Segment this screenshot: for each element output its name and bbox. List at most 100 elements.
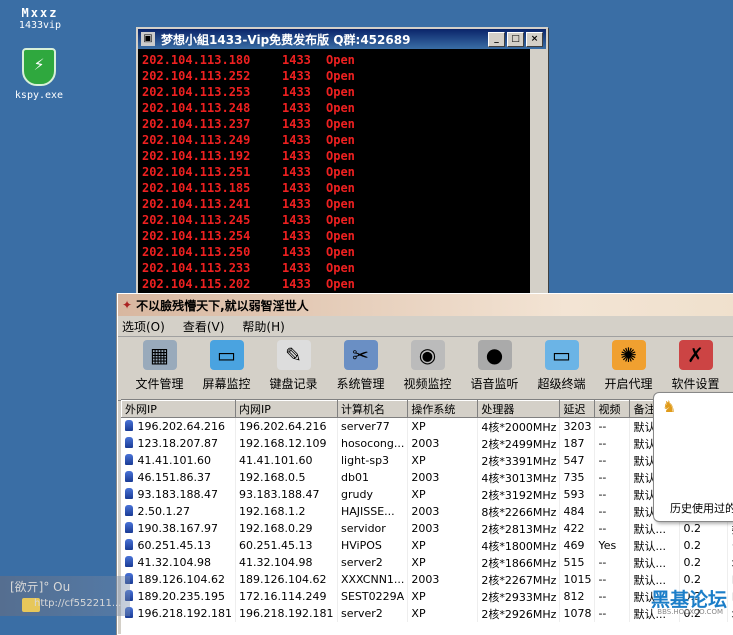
table-cell: 2核*1866MHz	[478, 554, 560, 571]
table-row[interactable]: 2.50.1.27192.168.1.2HAJISSE...20038核*226…	[122, 503, 733, 520]
menu-options[interactable]: 选项(O)	[122, 318, 165, 335]
table-cell: --	[595, 418, 630, 436]
table-cell: 委	[728, 520, 733, 537]
toolbar-button-camera[interactable]: ◉视频监控	[394, 340, 461, 400]
toolbar-button-keylog[interactable]: ✎键盘记录	[260, 340, 327, 400]
table-cell: HViPOS	[337, 537, 407, 554]
toolbar-button-microphone[interactable]: ●语音监听	[461, 340, 528, 400]
desktop-icon-mxxz-label: Mxxz	[10, 6, 70, 20]
toolbar-button-settings[interactable]: ✗软件设置	[662, 340, 729, 400]
desktop-icon-kspy-label: kspy.exe	[6, 90, 72, 101]
console-port: 1433	[282, 84, 326, 100]
console-line: 202.104.113.2411433Open	[142, 196, 542, 212]
col-os[interactable]: 操作系统	[408, 401, 478, 418]
table-cell: 93.183.188.47	[235, 486, 337, 503]
console-status: Open	[326, 68, 355, 84]
desktop-icon-mxxz[interactable]: Mxxz 1433vip	[10, 6, 70, 31]
console-status: Open	[326, 116, 355, 132]
table-cell: grudy	[337, 486, 407, 503]
toolbar-label: 超级终端	[528, 375, 595, 392]
toolbar-label: 软件设置	[662, 375, 729, 392]
col-lan-ip[interactable]: 内网IP	[235, 401, 337, 418]
menu-help[interactable]: 帮助(H)	[242, 318, 284, 335]
table-row[interactable]: 93.183.188.4793.183.188.47grudyXP2核*3192…	[122, 486, 733, 503]
console-app-icon: ▣	[141, 32, 155, 46]
table-cell: 默认...	[630, 520, 680, 537]
history-popup[interactable]: ♞ 历史使用过的	[653, 392, 733, 522]
taskbar-ghost-title: [欲亓]° Ou	[10, 578, 70, 595]
table-cell: 0.2	[680, 537, 728, 554]
terminal-icon: ▭	[545, 340, 579, 370]
table-cell: XP	[408, 418, 478, 436]
toolbar-button-system-manage[interactable]: ✂系统管理	[327, 340, 394, 400]
console-port: 1433	[282, 196, 326, 212]
table-row[interactable]: 60.251.45.1360.251.45.13HViPOSXP4核*1800M…	[122, 537, 733, 554]
desktop-icon-kspy[interactable]: ⚡ kspy.exe	[6, 48, 72, 101]
table-cell: hosocong...	[337, 435, 407, 452]
table-cell: 台	[728, 537, 733, 554]
table-cell: server77	[337, 418, 407, 436]
table-row[interactable]: 46.151.86.37192.168.0.5db0120034核*3013MH…	[122, 469, 733, 486]
console-ip: 202.104.113.180	[142, 52, 282, 68]
table-cell: 547	[560, 452, 595, 469]
col-latency[interactable]: 延迟	[560, 401, 595, 418]
table-cell: 2核*3192MHz	[478, 486, 560, 503]
col-wan-ip[interactable]: 外网IP	[122, 401, 236, 418]
table-cell: 515	[560, 554, 595, 571]
table-cell: 196.202.64.216	[235, 418, 337, 436]
toolbar-button-proxy[interactable]: ✺开启代理	[595, 340, 662, 400]
console-titlebar[interactable]: ▣ 梦想小組1433-Vip免费发布版 Q群:452689 _ □ ×	[138, 29, 546, 49]
table-cell: 2003	[408, 435, 478, 452]
console-line: 202.104.113.2521433Open	[142, 68, 542, 84]
table-cell: 41.32.104.98	[235, 554, 337, 571]
table-cell: 0.2	[680, 554, 728, 571]
table-row[interactable]: 196.202.64.216196.202.64.216server77XP4核…	[122, 418, 733, 436]
console-port: 1433	[282, 180, 326, 196]
table-cell: XP	[408, 537, 478, 554]
table-cell: 2003	[408, 520, 478, 537]
console-port: 1433	[282, 68, 326, 84]
table-cell: 41.41.101.60	[235, 452, 337, 469]
col-cpu[interactable]: 处理器	[478, 401, 560, 418]
table-row[interactable]: 41.41.101.6041.41.101.60light-sp3XP2核*33…	[122, 452, 733, 469]
toolbar-button-file-manager[interactable]: ▦文件管理	[126, 340, 193, 400]
console-status: Open	[326, 244, 355, 260]
console-status: Open	[326, 132, 355, 148]
table-row[interactable]: 123.18.207.87192.168.12.109hosocong...20…	[122, 435, 733, 452]
console-line: 202.104.115.2021433Open	[142, 276, 542, 292]
table-row[interactable]: 190.38.167.97192.168.0.29servidor20032核*…	[122, 520, 733, 537]
toolbar-label: 键盘记录	[260, 375, 327, 392]
col-video[interactable]: 视频	[595, 401, 630, 418]
table-cell: 196.202.64.216	[122, 418, 236, 436]
col-hostname[interactable]: 计算机名	[337, 401, 407, 418]
table-cell: 60.251.45.13	[122, 537, 236, 554]
table-cell: XP	[408, 452, 478, 469]
watermark-sub: BBS.HOOXOO.COM	[657, 608, 723, 616]
table-cell: --	[595, 435, 630, 452]
toolbar-button-terminal[interactable]: ▭ 超级终端	[528, 340, 595, 400]
table-cell: 46.151.86.37	[122, 469, 236, 486]
shield-icon: ⚡	[22, 48, 56, 86]
console-ip: 202.104.113.237	[142, 116, 282, 132]
taskbar-ghost-window[interactable]: [欲亓]° Ou http://cf552211...	[0, 576, 130, 616]
table-cell: --	[595, 469, 630, 486]
table-cell: 埃	[728, 554, 733, 571]
console-ip: 202.104.113.253	[142, 84, 282, 100]
maximize-button[interactable]: □	[507, 32, 524, 47]
minimize-button[interactable]: _	[488, 32, 505, 47]
table-cell: 4核*1800MHz	[478, 537, 560, 554]
menu-view[interactable]: 查看(V)	[183, 318, 225, 335]
table-cell: 187	[560, 435, 595, 452]
close-button[interactable]: ×	[526, 32, 543, 47]
app-titlebar[interactable]: ✦ 不以臉残懵天下,就以弱智淫世人	[118, 294, 733, 316]
table-row[interactable]: 41.32.104.9841.32.104.98server2XP2核*1866…	[122, 554, 733, 571]
console-port: 1433	[282, 212, 326, 228]
console-line: 202.104.113.2511433Open	[142, 164, 542, 180]
table-cell: --	[595, 503, 630, 520]
table-cell: 2核*2499MHz	[478, 435, 560, 452]
table-cell: 192.168.12.109	[235, 435, 337, 452]
file-manager-icon: ▦	[143, 340, 177, 370]
console-ip: 202.104.113.252	[142, 68, 282, 84]
toolbar-button-screen-monitor[interactable]: ▭屏幕监控	[193, 340, 260, 400]
console-scrollbar[interactable]	[530, 49, 546, 299]
